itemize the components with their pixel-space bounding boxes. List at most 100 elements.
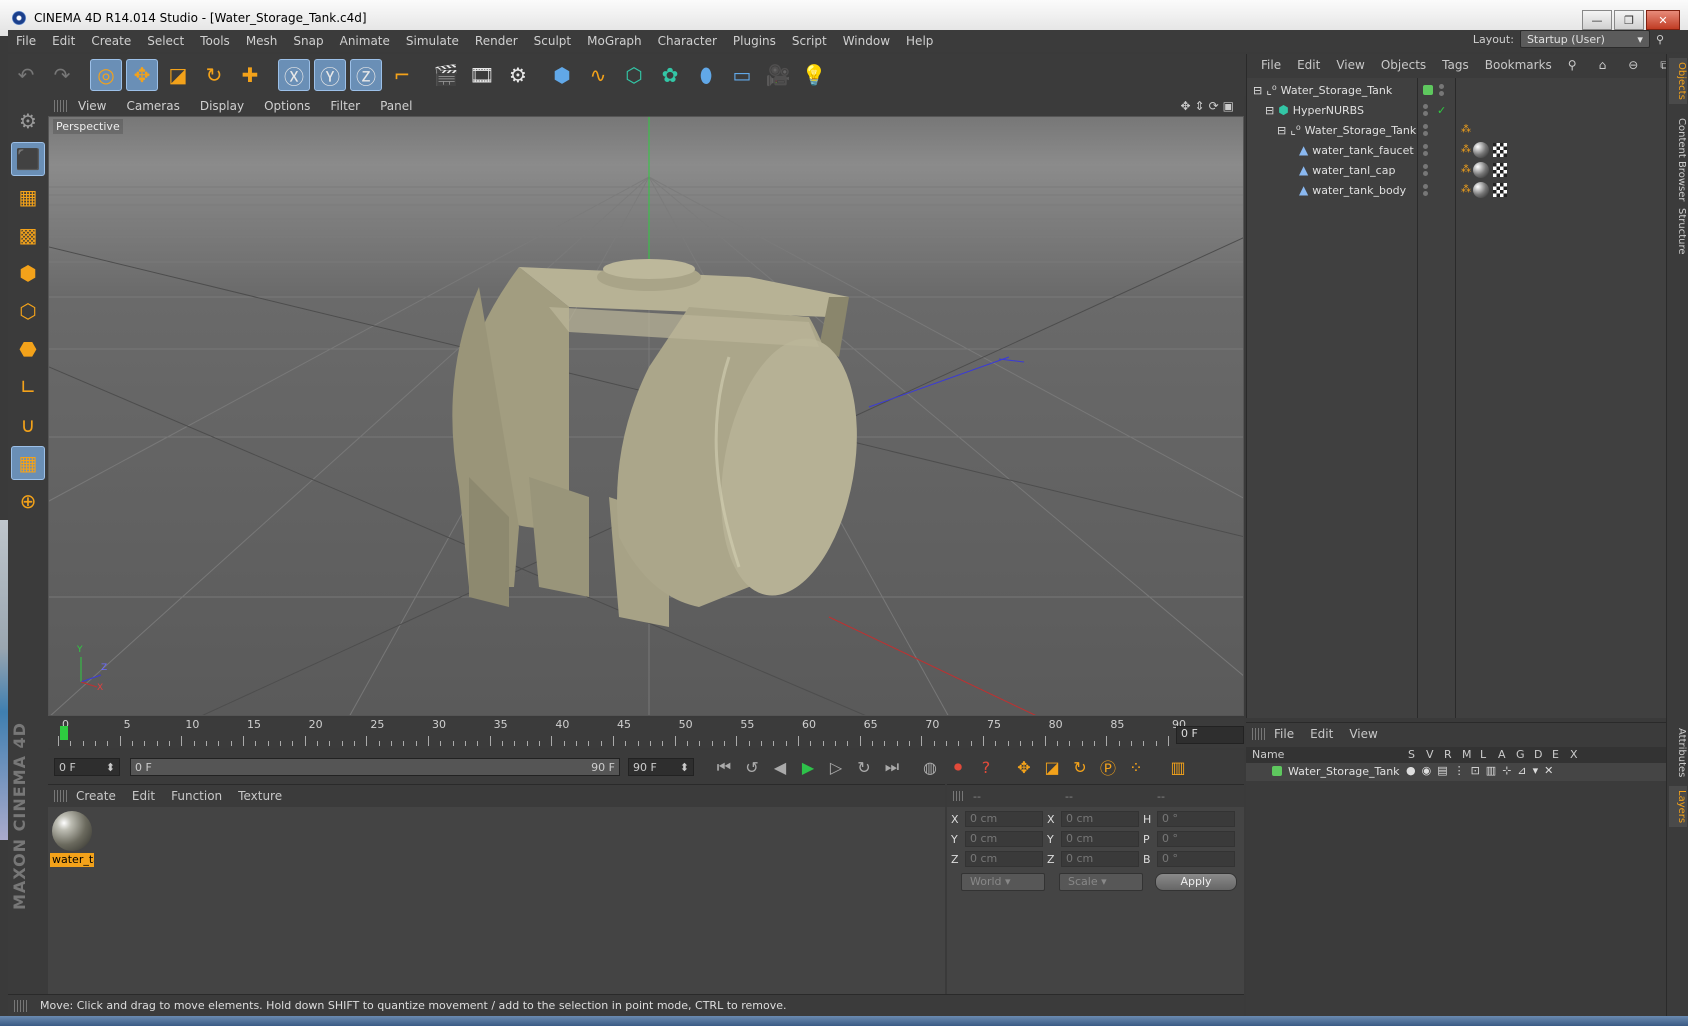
layer-flag-icons[interactable]: ●◉▤⋮⊡▥⊹⊿▾✕	[1406, 764, 1559, 777]
visibility-dots[interactable]	[1439, 84, 1444, 96]
go-to-end-icon[interactable]: ⏭	[878, 753, 906, 781]
position-x-field[interactable]: 0 cm	[965, 811, 1043, 827]
phong-tag-icon[interactable]: ⁂	[1461, 125, 1471, 135]
visibility-dots[interactable]	[1423, 144, 1428, 156]
layer-row[interactable]: Water_Storage_Tank ●◉▤⋮⊡▥⊹⊿▾✕	[1246, 763, 1666, 781]
material-menu-function[interactable]: Function	[163, 789, 230, 803]
light-icon[interactable]: 💡	[798, 59, 830, 91]
deformer-icon[interactable]: ⬮	[690, 59, 722, 91]
record-parameter-icon[interactable]: Ⓟ	[1094, 753, 1122, 781]
step-forward-icon[interactable]: ▷	[822, 753, 850, 781]
collapse-icon[interactable]: ⊟	[1265, 104, 1274, 117]
camera-icon[interactable]: 🎥	[762, 59, 794, 91]
end-frame-field[interactable]: 90 F ⬍	[628, 758, 694, 776]
menu-plugins[interactable]: Plugins	[725, 34, 784, 48]
perspective-viewport[interactable]: Perspective Y Z X	[48, 116, 1244, 716]
go-to-start-icon[interactable]: ⏮	[710, 753, 738, 781]
uvw-tag-icon[interactable]	[1493, 143, 1507, 157]
coordinate-system-icon[interactable]: ⌐	[386, 59, 418, 91]
layer-color-swatch[interactable]	[1423, 85, 1433, 95]
undo-icon[interactable]: ↶	[10, 59, 42, 91]
object-row[interactable]: ▲ water_tank_body ⁂	[1247, 180, 1667, 200]
object-row[interactable]: ⊟ ⌞⁰ Water_Storage_Tank	[1247, 80, 1667, 100]
minimize-button[interactable]: —	[1582, 10, 1612, 30]
layer-color-swatch[interactable]	[1272, 766, 1282, 776]
panel-grip-icon[interactable]	[953, 791, 965, 801]
menu-mograph[interactable]: MoGraph	[579, 34, 650, 48]
layout-dropdown[interactable]: Startup (User) ▾	[1519, 30, 1650, 48]
panel-grip-icon[interactable]	[54, 100, 68, 112]
menu-create[interactable]: Create	[83, 34, 139, 48]
play-icon[interactable]: ▶	[794, 753, 822, 781]
enabled-check-icon[interactable]: ✓	[1437, 104, 1446, 117]
phong-tag-icon[interactable]: ⁂	[1461, 165, 1471, 175]
keyframe-selection-icon[interactable]: ?	[972, 753, 1000, 781]
material-menu-edit[interactable]: Edit	[124, 789, 163, 803]
start-frame-field[interactable]: 0 F ⬍	[54, 758, 120, 776]
render-view-icon[interactable]: 🎬	[430, 59, 462, 91]
playhead[interactable]	[60, 726, 68, 740]
material-swatch[interactable]: water_ta	[50, 807, 94, 867]
visibility-dots[interactable]	[1423, 184, 1428, 196]
record-scale-icon[interactable]: ◪	[1038, 753, 1066, 781]
collapse-icon[interactable]: ⊟	[1277, 124, 1286, 137]
size-x-field[interactable]: 0 cm	[1061, 811, 1139, 827]
uvw-tag-icon[interactable]	[1493, 163, 1507, 177]
add-icon[interactable]: ✚	[234, 59, 266, 91]
menu-snap[interactable]: Snap	[285, 34, 331, 48]
snap-icon[interactable]: ∪	[11, 408, 45, 442]
layer-menu-view[interactable]: View	[1341, 727, 1385, 741]
points-mode-icon[interactable]: ⬢	[11, 256, 45, 290]
workplane-icon[interactable]: ▩	[11, 218, 45, 252]
menu-render[interactable]: Render	[467, 34, 526, 48]
scale-dropdown[interactable]: Scale ▾	[1059, 873, 1143, 891]
phong-tag-icon[interactable]: ⁂	[1461, 185, 1471, 195]
object-menu-objects[interactable]: Objects	[1373, 58, 1434, 72]
make-editable-icon[interactable]: ⚙	[11, 104, 45, 138]
material-tag-icon[interactable]	[1473, 142, 1489, 158]
phong-tag-icon[interactable]: ⁂	[1461, 145, 1471, 155]
apply-button[interactable]: Apply	[1155, 873, 1237, 891]
close-button[interactable]: ✕	[1646, 10, 1680, 30]
menu-mesh[interactable]: Mesh	[238, 34, 286, 48]
tab-content-browser[interactable]: Content Browser	[1669, 114, 1687, 205]
search-icon[interactable]: ⚲	[1560, 58, 1585, 73]
viewport-nav-icons[interactable]: ✥⇕⟳▣	[1170, 99, 1244, 113]
timeline-ruler[interactable]: 0 5 10 15 20 25 30 35 40 45 50 55 60 65 70 75 80 85 90 0 F	[48, 718, 1244, 748]
redo-icon[interactable]: ↷	[46, 59, 78, 91]
viewport-menu-filter[interactable]: Filter	[320, 99, 370, 113]
tab-objects[interactable]: Objects	[1669, 58, 1687, 104]
menu-help[interactable]: Help	[898, 34, 941, 48]
menu-file[interactable]: File	[8, 34, 44, 48]
menu-window[interactable]: Window	[835, 34, 898, 48]
menu-sculpt[interactable]: Sculpt	[526, 34, 579, 48]
uvw-tag-icon[interactable]	[1493, 183, 1507, 197]
material-menu-texture[interactable]: Texture	[230, 789, 290, 803]
menu-tools[interactable]: Tools	[192, 34, 238, 48]
nurbs-icon[interactable]: ⬡	[618, 59, 650, 91]
frame-range-slider[interactable]: 0 F 90 F	[130, 758, 620, 776]
collapse-icon[interactable]: ⊟	[1253, 84, 1262, 97]
visibility-dots[interactable]	[1423, 164, 1428, 176]
object-menu-bookmarks[interactable]: Bookmarks	[1477, 58, 1560, 72]
move-icon[interactable]: ✥	[126, 59, 158, 91]
soft-selection-icon[interactable]: ⊕	[11, 484, 45, 518]
tab-attributes[interactable]: Attributes	[1669, 724, 1687, 781]
edit-render-settings-icon[interactable]: ⚙	[502, 59, 534, 91]
material-tag-icon[interactable]	[1473, 162, 1489, 178]
viewport-menu-panel[interactable]: Panel	[370, 99, 422, 113]
object-menu-file[interactable]: File	[1253, 58, 1289, 72]
axis-mode-icon[interactable]: ∟	[11, 370, 45, 404]
record-point-level-icon[interactable]: ⁘	[1122, 753, 1150, 781]
menu-script[interactable]: Script	[784, 34, 835, 48]
x-axis-icon[interactable]: Ⓧ	[278, 59, 310, 91]
polygons-mode-icon[interactable]: ⬣	[11, 332, 45, 366]
tab-structure[interactable]: Structure	[1669, 204, 1687, 259]
layer-menu-edit[interactable]: Edit	[1302, 727, 1341, 741]
home-icon[interactable]: ⌂	[1591, 58, 1615, 73]
autokeying-icon[interactable]: ⏺	[944, 753, 972, 781]
material-menu-create[interactable]: Create	[68, 789, 124, 803]
model-mode-icon[interactable]: ⬛	[11, 142, 45, 176]
live-selection-icon[interactable]: ◎	[90, 59, 122, 91]
search-icon[interactable]: ⚲	[1656, 33, 1664, 46]
